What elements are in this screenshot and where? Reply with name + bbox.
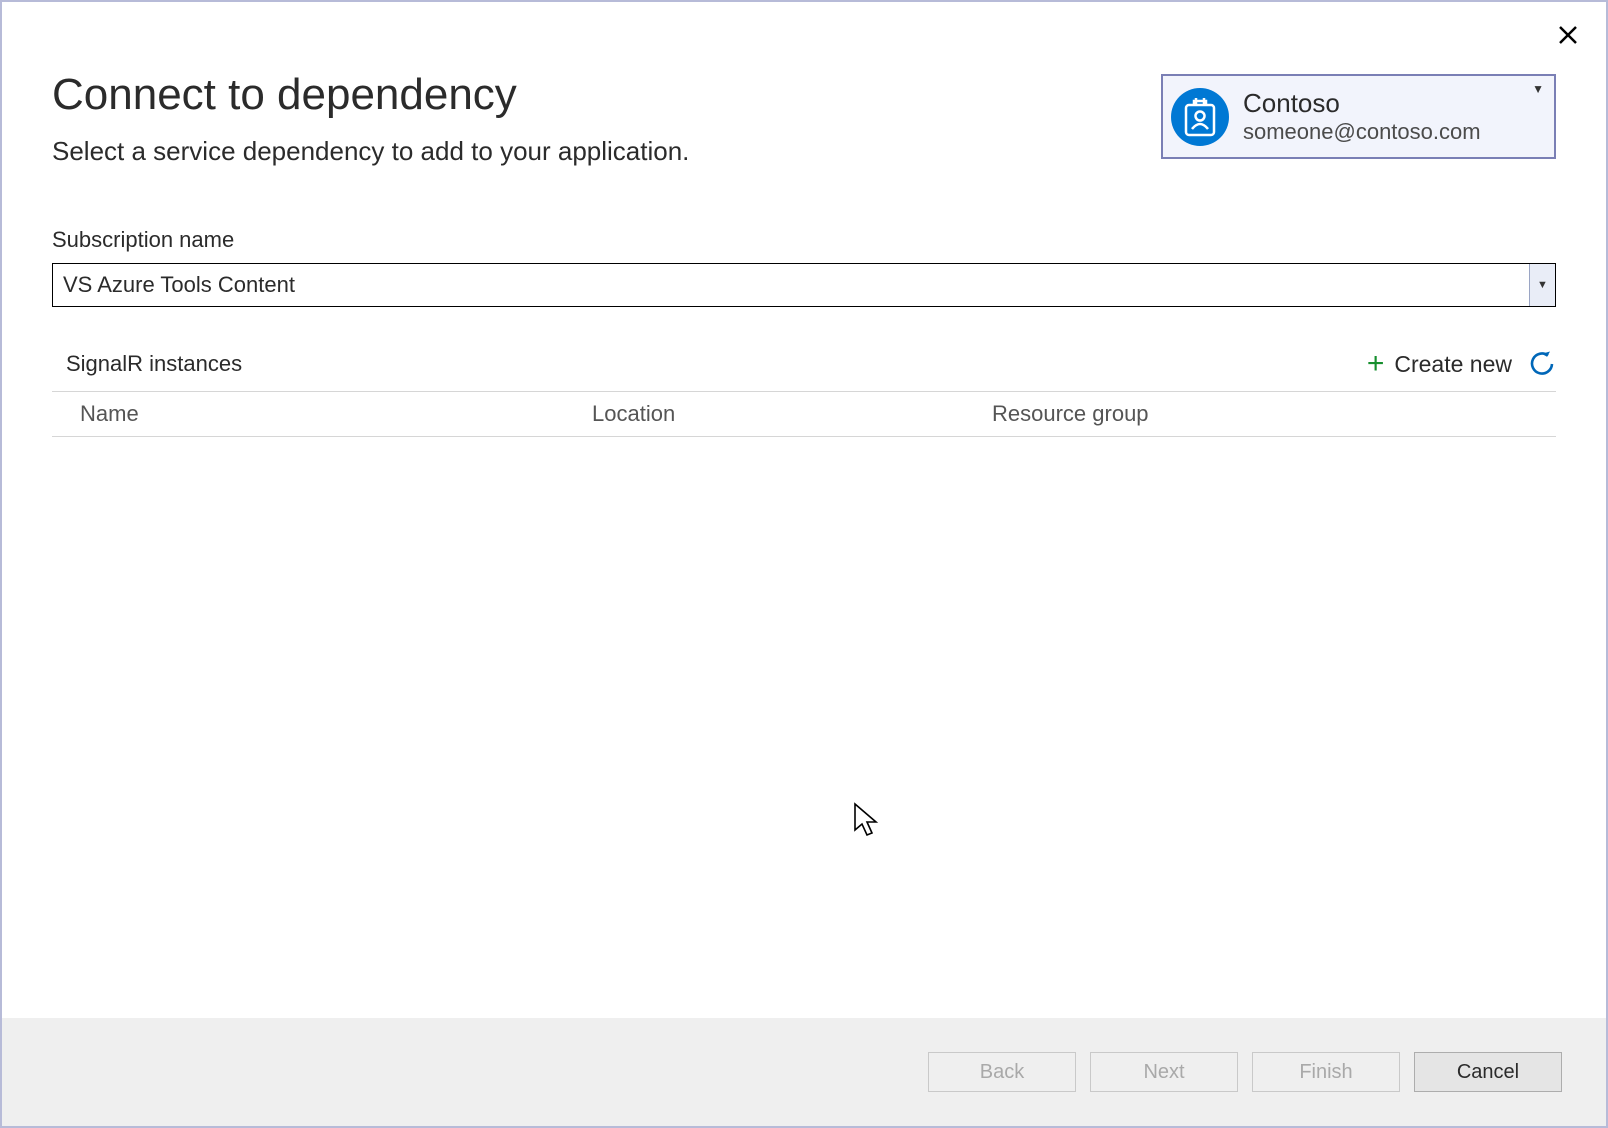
connect-dependency-dialog: Contoso someone@contoso.com ▼ Connect to… <box>0 0 1608 1128</box>
account-text: Contoso someone@contoso.com <box>1243 88 1532 146</box>
subscription-dropdown[interactable]: VS Azure Tools Content ▼ <box>52 263 1556 307</box>
subscription-value: VS Azure Tools Content <box>53 264 1529 306</box>
close-button[interactable] <box>1558 22 1578 50</box>
column-location[interactable]: Location <box>592 401 992 427</box>
account-email: someone@contoso.com <box>1243 119 1532 145</box>
refresh-button[interactable] <box>1528 350 1556 378</box>
instances-toolbar: SignalR instances + Create new <box>52 347 1556 381</box>
plus-icon: + <box>1367 347 1385 381</box>
column-name[interactable]: Name <box>52 401 592 427</box>
account-selector[interactable]: Contoso someone@contoso.com ▼ <box>1161 74 1556 159</box>
chevron-down-icon[interactable]: ▼ <box>1529 264 1555 306</box>
create-new-button[interactable]: + Create new <box>1367 347 1512 381</box>
refresh-icon <box>1528 350 1556 378</box>
account-badge-icon <box>1171 88 1229 146</box>
dialog-footer: Back Next Finish Cancel <box>2 1018 1606 1126</box>
instances-table: Name Location Resource group <box>52 391 1556 437</box>
cursor-icon <box>852 802 880 838</box>
chevron-down-icon: ▼ <box>1532 82 1544 96</box>
main-content: Contoso someone@contoso.com ▼ Connect to… <box>2 2 1606 1018</box>
create-new-label: Create new <box>1394 351 1512 378</box>
account-name: Contoso <box>1243 88 1532 119</box>
subscription-label: Subscription name <box>52 227 1556 253</box>
table-header: Name Location Resource group <box>52 392 1556 436</box>
instances-label: SignalR instances <box>66 351 1367 377</box>
column-resource-group[interactable]: Resource group <box>992 401 1556 427</box>
next-button: Next <box>1090 1052 1238 1092</box>
close-icon <box>1558 25 1578 45</box>
cancel-button[interactable]: Cancel <box>1414 1052 1562 1092</box>
back-button: Back <box>928 1052 1076 1092</box>
finish-button: Finish <box>1252 1052 1400 1092</box>
